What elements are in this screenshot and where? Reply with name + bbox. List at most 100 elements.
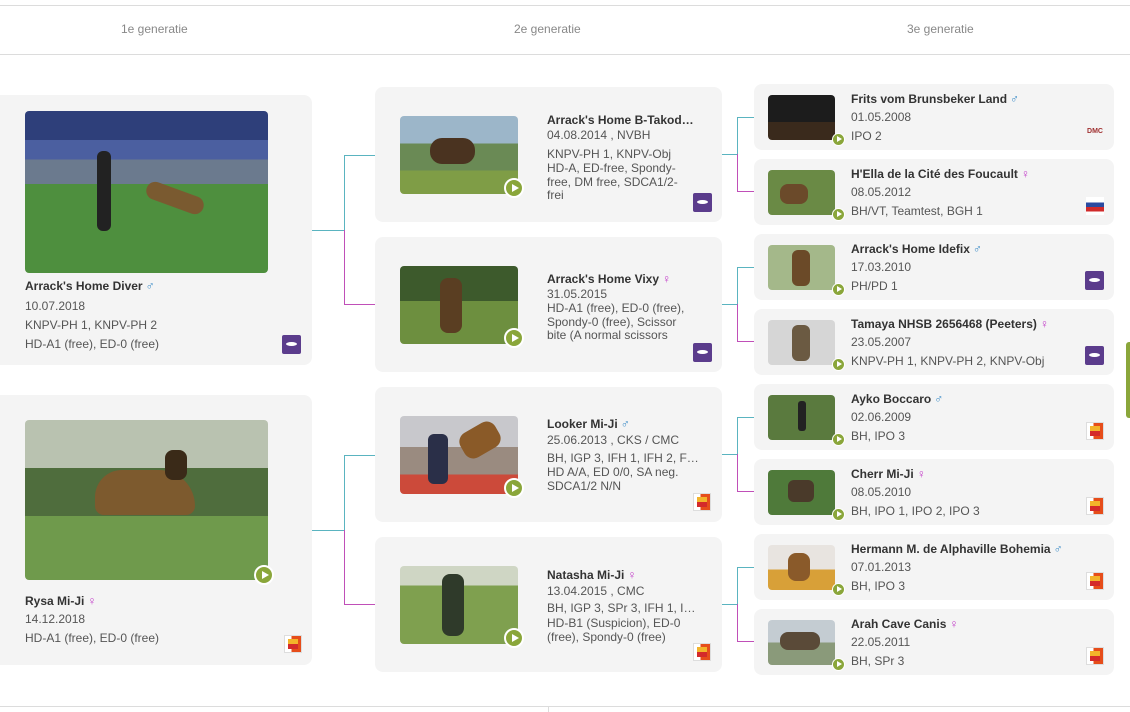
play-icon[interactable]	[832, 583, 845, 596]
dog-birthdate: 01.05.2008	[851, 110, 912, 124]
dog-titles: BH, IGP 3, IFH 1, IFH 2, F…	[547, 451, 699, 465]
dog-card[interactable]: Frits vom Brunsbeker Land ♂ 01.05.2008 IP…	[754, 84, 1114, 150]
dog-titles: BH/VT, Teamtest, BGH 1	[851, 204, 983, 218]
dog-birthdate: 17.03.2010	[851, 260, 912, 274]
dog-health: HD-A1 (free), ED-0 (free), Spondy-0 (fre…	[547, 302, 685, 342]
dog-photo[interactable]	[400, 416, 518, 494]
club-logo-icon	[282, 335, 301, 354]
dog-birthdate: 22.05.2011	[851, 635, 911, 649]
dog-titles: BH, IGP 3, SPr 3, IFH 1, I…	[547, 601, 696, 615]
dog-titles: KNPV-PH 1, KNPV-PH 2	[25, 318, 158, 332]
dog-photo[interactable]	[768, 320, 835, 365]
gen3-heading: 3e generatie	[907, 22, 974, 36]
flag-logo-icon	[1086, 497, 1104, 515]
dog-card[interactable]: Cherr Mi-Ji ♀ 08.05.2010 BH, IPO 1, IPO 2…	[754, 459, 1114, 525]
dog-card-sire[interactable]: Arrack's Home Diver ♂ 10.07.2018 KNPV-PH …	[0, 95, 312, 365]
dog-name[interactable]: Cherr Mi-Ji ♀	[851, 467, 926, 481]
dog-photo[interactable]	[768, 245, 835, 290]
dog-birthdate: 23.05.2007	[851, 335, 912, 349]
play-icon[interactable]	[832, 133, 845, 146]
dog-photo[interactable]	[768, 545, 835, 590]
play-icon[interactable]	[832, 283, 845, 296]
dog-card[interactable]: Ayko Boccaro ♂ 02.06.2009 BH, IPO 3	[754, 384, 1114, 450]
flag-logo-icon	[284, 635, 302, 653]
dog-photo[interactable]	[25, 420, 268, 580]
side-tab[interactable]	[1126, 342, 1130, 418]
dog-birthdate: 14.12.2018	[25, 612, 86, 626]
dog-name[interactable]: Arrack's Home B-Takod…	[547, 113, 694, 127]
dog-name[interactable]: Frits vom Brunsbeker Land ♂	[851, 92, 1019, 106]
dog-titles: IPO 2	[851, 129, 882, 143]
dog-name[interactable]: Arrack's Home Diver ♂	[25, 279, 155, 293]
dog-titles: BH, IPO 3	[851, 429, 906, 443]
dog-name[interactable]: Arrack's Home Idefix ♂	[851, 242, 982, 256]
play-icon[interactable]	[254, 565, 274, 585]
bottom-divider	[0, 706, 1130, 707]
dog-card[interactable]: H'Ella de la Cité des Foucault ♀ 08.05.20…	[754, 159, 1114, 225]
flag-logo-icon	[1086, 572, 1104, 590]
play-icon[interactable]	[504, 478, 524, 498]
dog-name[interactable]: Natasha Mi-Ji ♀	[547, 568, 636, 582]
dog-card[interactable]: Arrack's Home Vixy ♀ 31.05.2015 HD-A1 (fr…	[375, 237, 722, 372]
dog-photo[interactable]	[400, 266, 518, 344]
dog-birthdate: 08.05.2010	[851, 485, 912, 499]
dog-titles: KNPV-PH 1, KNPV-PH 2, KNPV-Obj	[851, 354, 1045, 368]
flag-logo-icon	[693, 643, 711, 661]
dog-card[interactable]: Natasha Mi-Ji ♀ 13.04.2015 , CMC BH, IGP …	[375, 537, 722, 672]
dog-card[interactable]: Hermann M. de Alphaville Bohemia ♂ 07.01.…	[754, 534, 1114, 600]
dog-photo[interactable]	[768, 395, 835, 440]
play-icon[interactable]	[504, 178, 524, 198]
club-logo-icon	[1085, 346, 1104, 365]
play-icon[interactable]	[832, 658, 845, 671]
dog-health: HD-A, ED-free, Spondy-free, DM free, SDC…	[547, 162, 678, 202]
dog-titles: PH/PD 1	[851, 279, 898, 293]
dog-titles: BH, SPr 3	[851, 654, 905, 668]
gen1-heading: 1e generatie	[121, 22, 188, 36]
dog-name[interactable]: H'Ella de la Cité des Foucault ♀	[851, 167, 1030, 181]
play-icon[interactable]	[832, 508, 845, 521]
club-logo-icon	[693, 193, 712, 212]
dog-birthdate: 08.05.2012	[851, 185, 912, 199]
dmc-logo-icon: DMC	[1087, 128, 1103, 135]
dog-titles: KNPV-PH 1, KNPV-Obj	[547, 147, 672, 161]
dog-photo[interactable]	[768, 170, 835, 215]
dog-name[interactable]: Rysa Mi-Ji ♀	[25, 594, 96, 608]
play-icon[interactable]	[832, 358, 845, 371]
club-logo-icon	[1085, 271, 1104, 290]
dog-birthdate: 02.06.2009	[851, 410, 912, 424]
dog-photo[interactable]	[768, 470, 835, 515]
dog-health: HD A/A, ED 0/0, SA neg. SDCA1/2 N/N	[547, 466, 679, 493]
dog-name[interactable]: Arrack's Home Vixy ♀	[547, 272, 671, 286]
dog-card-dam[interactable]: Rysa Mi-Ji ♀ 14.12.2018 HD-A1 (free), ED-…	[0, 395, 312, 665]
play-icon[interactable]	[832, 433, 845, 446]
play-icon[interactable]	[504, 628, 524, 648]
club-logo-icon	[693, 343, 712, 362]
play-icon[interactable]	[504, 328, 524, 348]
dog-health: HD-A1 (free), ED-0 (free)	[25, 631, 160, 645]
dog-card[interactable]: Arrack's Home B-Takod… 04.08.2014 , NVBH…	[375, 87, 722, 222]
dog-health: HD-A1 (free), ED-0 (free)	[25, 337, 160, 351]
dog-name[interactable]: Arah Cave Canis ♀	[851, 617, 958, 631]
dog-photo[interactable]	[768, 95, 835, 140]
dog-name[interactable]: Hermann M. de Alphaville Bohemia ♂	[851, 542, 1063, 556]
dog-name[interactable]: Looker Mi-Ji ♂	[547, 417, 630, 431]
dog-photo[interactable]	[400, 566, 518, 644]
dog-birthdate: 07.01.2013	[851, 560, 912, 574]
dog-photo[interactable]	[400, 116, 518, 194]
dog-name[interactable]: Ayko Boccaro ♂	[851, 392, 943, 406]
dog-card[interactable]: Looker Mi-Ji ♂ 25.06.2013 , CKS / CMC BH,…	[375, 387, 722, 522]
generation-header: 1e generatie 2e generatie 3e generatie	[0, 6, 1130, 55]
dog-card[interactable]: Tamaya NHSB 2656468 (Peeters) ♀ 23.05.200…	[754, 309, 1114, 375]
dog-birthdate: 31.05.2015	[547, 287, 608, 301]
play-icon[interactable]	[832, 208, 845, 221]
dog-birthdate: 04.08.2014 , NVBH	[547, 128, 651, 142]
dog-photo[interactable]	[768, 620, 835, 665]
dog-card[interactable]: Arah Cave Canis ♀ 22.05.2011 BH, SPr 3	[754, 609, 1114, 675]
dog-photo[interactable]	[25, 111, 268, 273]
dog-titles: BH, IPO 1, IPO 2, IPO 3	[851, 504, 980, 518]
flag-logo-icon	[1086, 647, 1104, 665]
gen2-heading: 2e generatie	[514, 22, 581, 36]
flag-logo-icon	[1086, 422, 1104, 440]
dog-card[interactable]: Arrack's Home Idefix ♂ 17.03.2010 PH/PD 1	[754, 234, 1114, 300]
dog-name[interactable]: Tamaya NHSB 2656468 (Peeters) ♀	[851, 317, 1049, 331]
